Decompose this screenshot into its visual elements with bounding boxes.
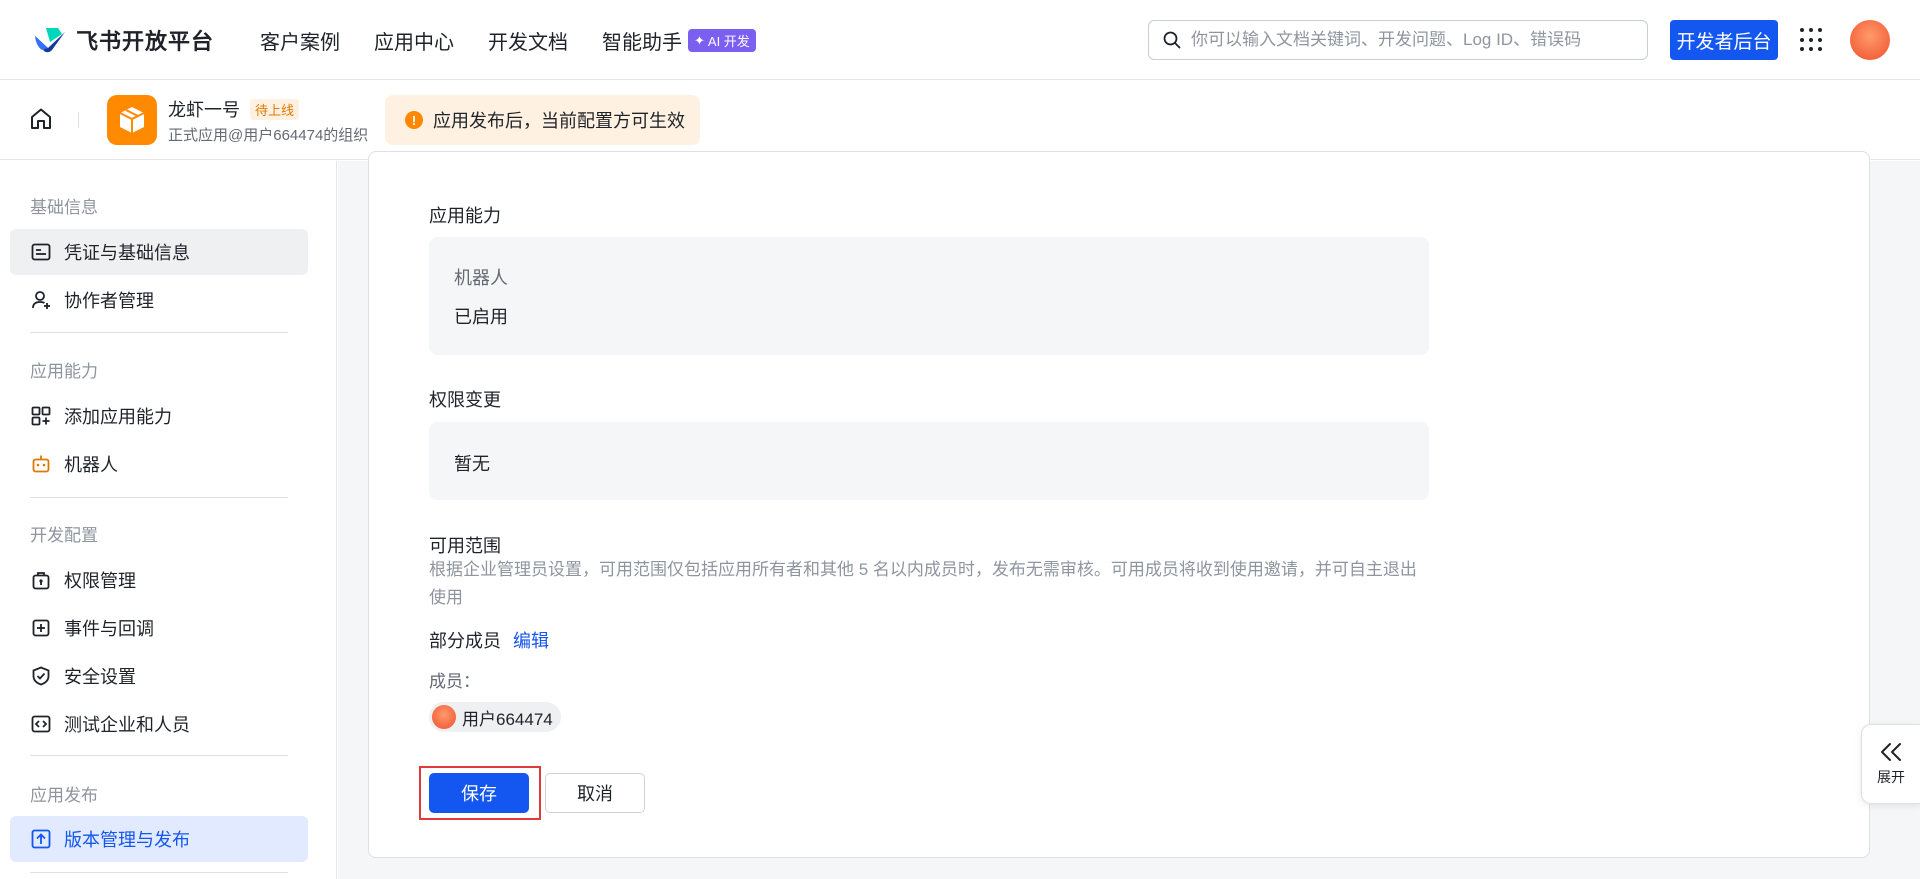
capability-value: 已启用 (454, 307, 508, 327)
sidebar-item-add-capability[interactable]: 添加应用能力 (10, 393, 308, 439)
sidebar-section-basic: 基础信息 (30, 198, 98, 217)
ai-badge: ✦ AI 开发 (688, 29, 756, 52)
sidebar-item-security[interactable]: 安全设置 (10, 653, 308, 699)
notice-text: 应用发布后，当前配置方可生效 (433, 111, 685, 131)
warning-icon: ! (405, 111, 423, 129)
app-org: 正式应用@用户664474的组织 (168, 127, 369, 144)
box-icon (119, 107, 145, 133)
member-chip: 用户664474 (429, 702, 561, 732)
sidebar-item-permissions[interactable]: 权限管理 (10, 557, 308, 603)
permission-icon (32, 572, 50, 590)
edit-link[interactable]: 编辑 (513, 627, 549, 653)
nav-link-assistant[interactable]: 智能助手 ✦ AI 开发 (602, 26, 756, 55)
permission-value: 暂无 (454, 454, 490, 474)
sidebar-divider (30, 497, 288, 498)
expand-panel-button[interactable]: 展开 (1861, 724, 1920, 804)
code-icon (31, 715, 51, 733)
sidebar-item-label: 安全设置 (64, 667, 136, 687)
top-nav: 飞书开放平台 客户案例 应用中心 开发文档 智能助手 ✦ AI 开发 开发者后台 (0, 0, 1920, 80)
sidebar-item-bot[interactable]: 机器人 (10, 441, 308, 487)
members-label: 成员： (429, 672, 480, 691)
permission-title: 权限变更 (429, 390, 501, 410)
nav-link-app-center[interactable]: 应用中心 (374, 26, 454, 55)
member-avatar (432, 705, 456, 729)
search-input[interactable] (1191, 30, 1631, 50)
upload-icon (31, 829, 51, 849)
sidebar-divider (30, 332, 288, 333)
save-button[interactable]: 保存 (429, 773, 529, 813)
sidebar-item-label: 协作者管理 (64, 291, 154, 311)
event-icon (32, 619, 50, 637)
expand-label: 展开 (1877, 769, 1905, 785)
scope-description: 根据企业管理员设置，可用范围仅包括应用所有者和其他 5 名以内成员时，发布无需审… (429, 560, 1417, 607)
search-icon (1163, 31, 1181, 49)
sidebar-section-release: 应用发布 (30, 786, 98, 805)
sidebar-item-label: 事件与回调 (64, 619, 154, 639)
partial-members-label: 部分成员 (429, 631, 501, 651)
sidebar-item-events[interactable]: 事件与回调 (10, 605, 308, 651)
sidebar: 基础信息 凭证与基础信息 协作者管理 应用能力 添加应用能力 机器人 开发配置 … (0, 161, 337, 879)
user-avatar[interactable] (1850, 20, 1890, 60)
sparkle-icon: ✦ (694, 32, 705, 48)
release-card: 应用能力 机器人 已启用 权限变更 暂无 可用范围 根据企业管理员设置，可用范围… (368, 151, 1870, 858)
brand[interactable]: 飞书开放平台 (32, 24, 214, 56)
nav-link-cases[interactable]: 客户案例 (260, 26, 340, 55)
sidebar-item-label: 权限管理 (64, 571, 136, 591)
add-capability-icon (31, 406, 51, 426)
publish-notice: ! 应用发布后，当前配置方可生效 (385, 95, 700, 145)
add-user-icon (32, 291, 50, 309)
sidebar-item-test-enterprise[interactable]: 测试企业和人员 (10, 701, 308, 747)
app-name-row: 龙虾一号 待上线 (168, 96, 300, 122)
cancel-button[interactable]: 取消 (545, 773, 645, 813)
double-chevron-left-icon (1881, 743, 1901, 761)
sidebar-item-version-release[interactable]: 版本管理与发布 (10, 816, 308, 862)
brand-name: 飞书开放平台 (76, 29, 215, 54)
app-grid-icon[interactable] (1800, 28, 1824, 52)
app-icon (107, 95, 157, 145)
feishu-logo-icon (35, 28, 65, 53)
scope-title: 可用范围 (429, 536, 501, 556)
capability-title: 应用能力 (429, 206, 501, 226)
app-header: 龙虾一号 待上线 正式应用@用户664474的组织 ! 应用发布后，当前配置方可… (0, 80, 1920, 160)
partial-members-row: 部分成员 编辑 (429, 627, 549, 653)
capability-box: 机器人 已启用 (429, 237, 1429, 355)
shield-icon (32, 666, 50, 686)
app-name: 龙虾一号 (168, 100, 240, 120)
sidebar-item-credentials[interactable]: 凭证与基础信息 (10, 229, 308, 275)
sidebar-divider (30, 755, 288, 756)
sidebar-item-collaborators[interactable]: 协作者管理 (10, 277, 308, 323)
home-icon[interactable] (28, 106, 54, 132)
sidebar-item-label: 凭证与基础信息 (64, 243, 190, 263)
ai-badge-label: AI 开发 (707, 34, 750, 49)
robot-icon (32, 455, 50, 473)
permission-box: 暂无 (429, 422, 1429, 500)
sidebar-item-label: 版本管理与发布 (64, 830, 190, 850)
divider (78, 112, 79, 128)
nav-link-docs[interactable]: 开发文档 (488, 26, 568, 55)
developer-console-button[interactable]: 开发者后台 (1670, 20, 1778, 60)
sidebar-section-dev: 开发配置 (30, 526, 98, 545)
nav-links: 客户案例 应用中心 开发文档 智能助手 ✦ AI 开发 (260, 26, 756, 55)
sidebar-item-label: 机器人 (64, 455, 118, 475)
capability-label: 机器人 (454, 268, 508, 288)
sidebar-divider (30, 872, 288, 873)
id-card-icon (31, 243, 51, 261)
search-box[interactable] (1148, 20, 1648, 60)
status-badge: 待上线 (250, 98, 300, 120)
sidebar-item-label: 添加应用能力 (64, 407, 172, 427)
nav-link-assistant-label: 智能助手 (602, 32, 682, 54)
sidebar-item-label: 测试企业和人员 (64, 715, 190, 735)
member-name: 用户664474 (462, 709, 553, 729)
main-content: 应用能力 机器人 已启用 权限变更 暂无 可用范围 根据企业管理员设置，可用范围… (338, 151, 1920, 879)
sidebar-section-capability: 应用能力 (30, 362, 98, 381)
